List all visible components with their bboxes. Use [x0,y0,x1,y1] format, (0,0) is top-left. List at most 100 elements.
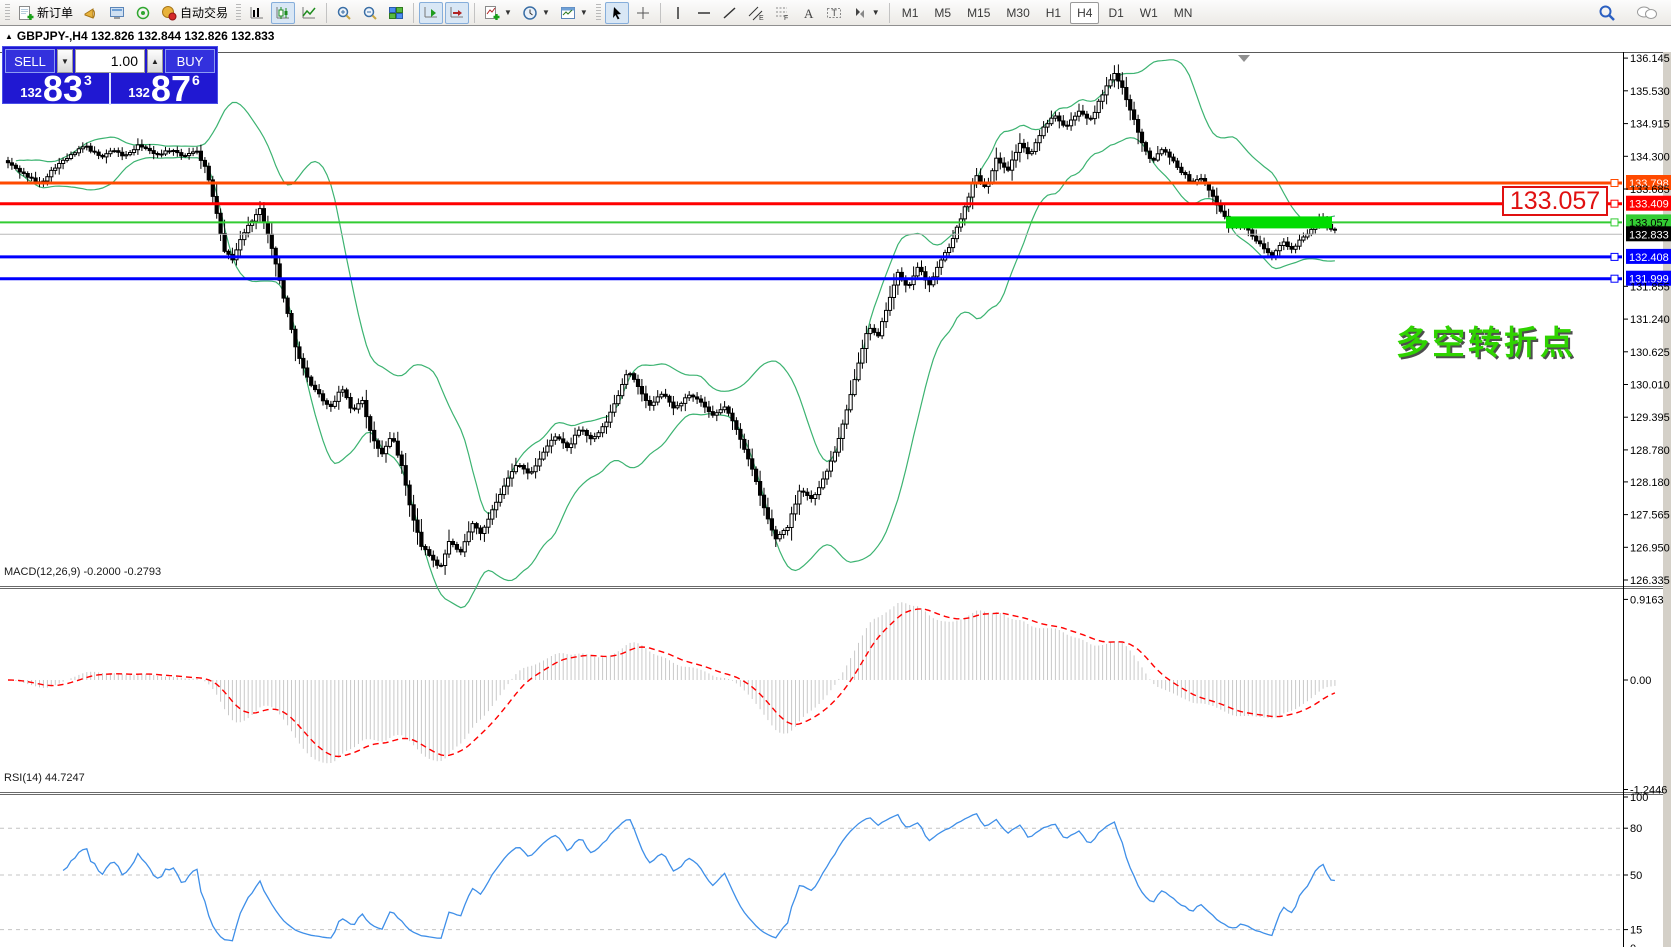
symbol-title-text: GBPJPY-,H4 132.826 132.844 132.826 132.8… [17,29,275,43]
indicators-icon [484,5,500,21]
line-chart-icon [301,5,317,21]
text-label-button[interactable]: T [822,2,846,24]
svg-text:128.180: 128.180 [1630,477,1670,489]
svg-text:131.855: 131.855 [1630,281,1670,293]
candlestick-icon [275,5,291,21]
arrows-button[interactable]: ▼ [848,2,884,24]
text-label-icon: T [826,5,842,21]
bollinger-bands [16,60,1335,608]
svg-text:134.915: 134.915 [1630,119,1670,131]
collapse-triangle-icon[interactable]: ▲ [5,32,13,41]
sell-price-pips: 83 [43,74,83,104]
symbol-header[interactable]: ▲ GBPJPY-,H4 132.826 132.844 132.826 132… [5,29,274,43]
timeframe-h4[interactable]: H4 [1070,2,1099,24]
rsi-panel: 1008050150 [0,792,1648,947]
template-icon [560,5,576,21]
vertical-line-icon [670,5,686,21]
chart-shift-icon [449,5,465,21]
equidistant-channel-button[interactable]: E [744,2,768,24]
timeframe-m30[interactable]: M30 [999,2,1036,24]
vertical-line-button[interactable] [666,2,690,24]
dropdown-caret-icon: ▼ [504,8,512,17]
rsi-axis: 1008050150 [1623,792,1648,947]
svg-text:132.833: 132.833 [1629,229,1669,241]
autotrade-button[interactable]: 自动交易 [157,2,232,24]
zoom-out-button[interactable] [358,2,382,24]
autotrade-label: 自动交易 [180,4,228,21]
svg-text:0.9163: 0.9163 [1630,594,1664,606]
rsi-line [63,814,1335,941]
templates-button[interactable]: ▼ [556,2,592,24]
new-order-button[interactable]: 新订单 [14,2,77,24]
arrows-icon [852,5,868,21]
svg-text:130.010: 130.010 [1630,380,1670,392]
svg-text:135.530: 135.530 [1630,86,1670,98]
signal-button[interactable] [131,2,155,24]
terminal-button[interactable] [105,2,129,24]
svg-text:T: T [831,8,837,18]
periods-button[interactable]: ▼ [518,2,554,24]
buy-price-point: 6 [192,72,200,88]
trendline-button[interactable] [718,2,742,24]
marketwatch-button[interactable] [79,2,103,24]
fibonacci-icon: F [774,5,790,21]
svg-text:128.780: 128.780 [1630,445,1670,457]
toolbar-grip[interactable] [5,4,10,22]
timeframe-m15[interactable]: M15 [960,2,997,24]
sell-price-point: 3 [84,72,92,88]
autoscroll-button[interactable] [419,2,443,24]
tile-windows-button[interactable] [384,2,408,24]
zoom-in-button[interactable] [332,2,356,24]
timeframe-w1[interactable]: W1 [1133,2,1165,24]
crosshair-button[interactable] [631,2,655,24]
dropdown-caret-icon: ▼ [580,8,588,17]
svg-text:0.00: 0.00 [1630,675,1651,687]
sell-price[interactable]: 132 83 3 [3,73,109,105]
dropdown-caret-icon: ▼ [872,8,880,17]
svg-text:133.409: 133.409 [1629,199,1669,211]
fibonacci-button[interactable]: F [770,2,794,24]
timeframe-h1[interactable]: H1 [1039,2,1068,24]
one-click-trading-panel: SELL ▼ 1.00 ▲ BUY 132 83 3 132 87 6 [2,46,218,104]
cursor-button[interactable] [605,2,629,24]
horizontal-line-icon [696,5,712,21]
toolbar-grip[interactable] [236,4,241,22]
price-axis: 136.145135.530134.915134.300133.685131.8… [1623,53,1670,587]
timeframe-d1[interactable]: D1 [1101,2,1130,24]
svg-text:134.300: 134.300 [1630,151,1670,163]
clock-icon [522,5,538,21]
text-button[interactable]: A [796,2,820,24]
dropdown-caret-icon: ▼ [542,8,550,17]
price-level-callout[interactable]: 133.057 [1502,186,1608,216]
timeframe-mn[interactable]: MN [1167,2,1200,24]
chat-button[interactable] [1632,2,1662,24]
indicators-button[interactable]: ▼ [480,2,516,24]
chart-shift-button[interactable] [445,2,469,24]
bar-chart-button[interactable] [245,2,269,24]
volume-input[interactable]: 1.00 [75,49,145,73]
autotrade-icon [161,5,177,21]
bar-chart-icon [249,5,265,21]
svg-text:F: F [784,15,788,21]
timeframe-m1[interactable]: M1 [895,2,926,24]
tile-windows-icon [388,5,404,21]
text-icon: A [800,5,816,21]
candlestick-button[interactable] [271,2,295,24]
line-chart-button[interactable] [297,2,321,24]
timeframe-m5[interactable]: M5 [927,2,958,24]
horizontal-line-button[interactable] [692,2,716,24]
svg-text:126.335: 126.335 [1630,575,1670,587]
buy-price[interactable]: 132 87 6 [109,73,217,105]
chart-canvas[interactable]: 133.798133.409133.057132.833132.408131.9… [0,26,1671,947]
macd-indicator-label: MACD(12,26,9) -0.2000 -0.2793 [4,566,161,578]
macd-panel: 0.91630.00-1.2446 [8,594,1667,796]
toolbar-grip[interactable] [596,4,601,22]
candles [6,64,1336,575]
svg-text:132.408: 132.408 [1629,252,1669,264]
search-button[interactable] [1594,2,1620,24]
svg-text:131.240: 131.240 [1630,314,1670,326]
macd-signal-line [8,609,1335,757]
sell-price-figure: 132 [20,85,42,100]
channel-icon: E [748,5,764,21]
svg-text:50: 50 [1630,870,1642,882]
